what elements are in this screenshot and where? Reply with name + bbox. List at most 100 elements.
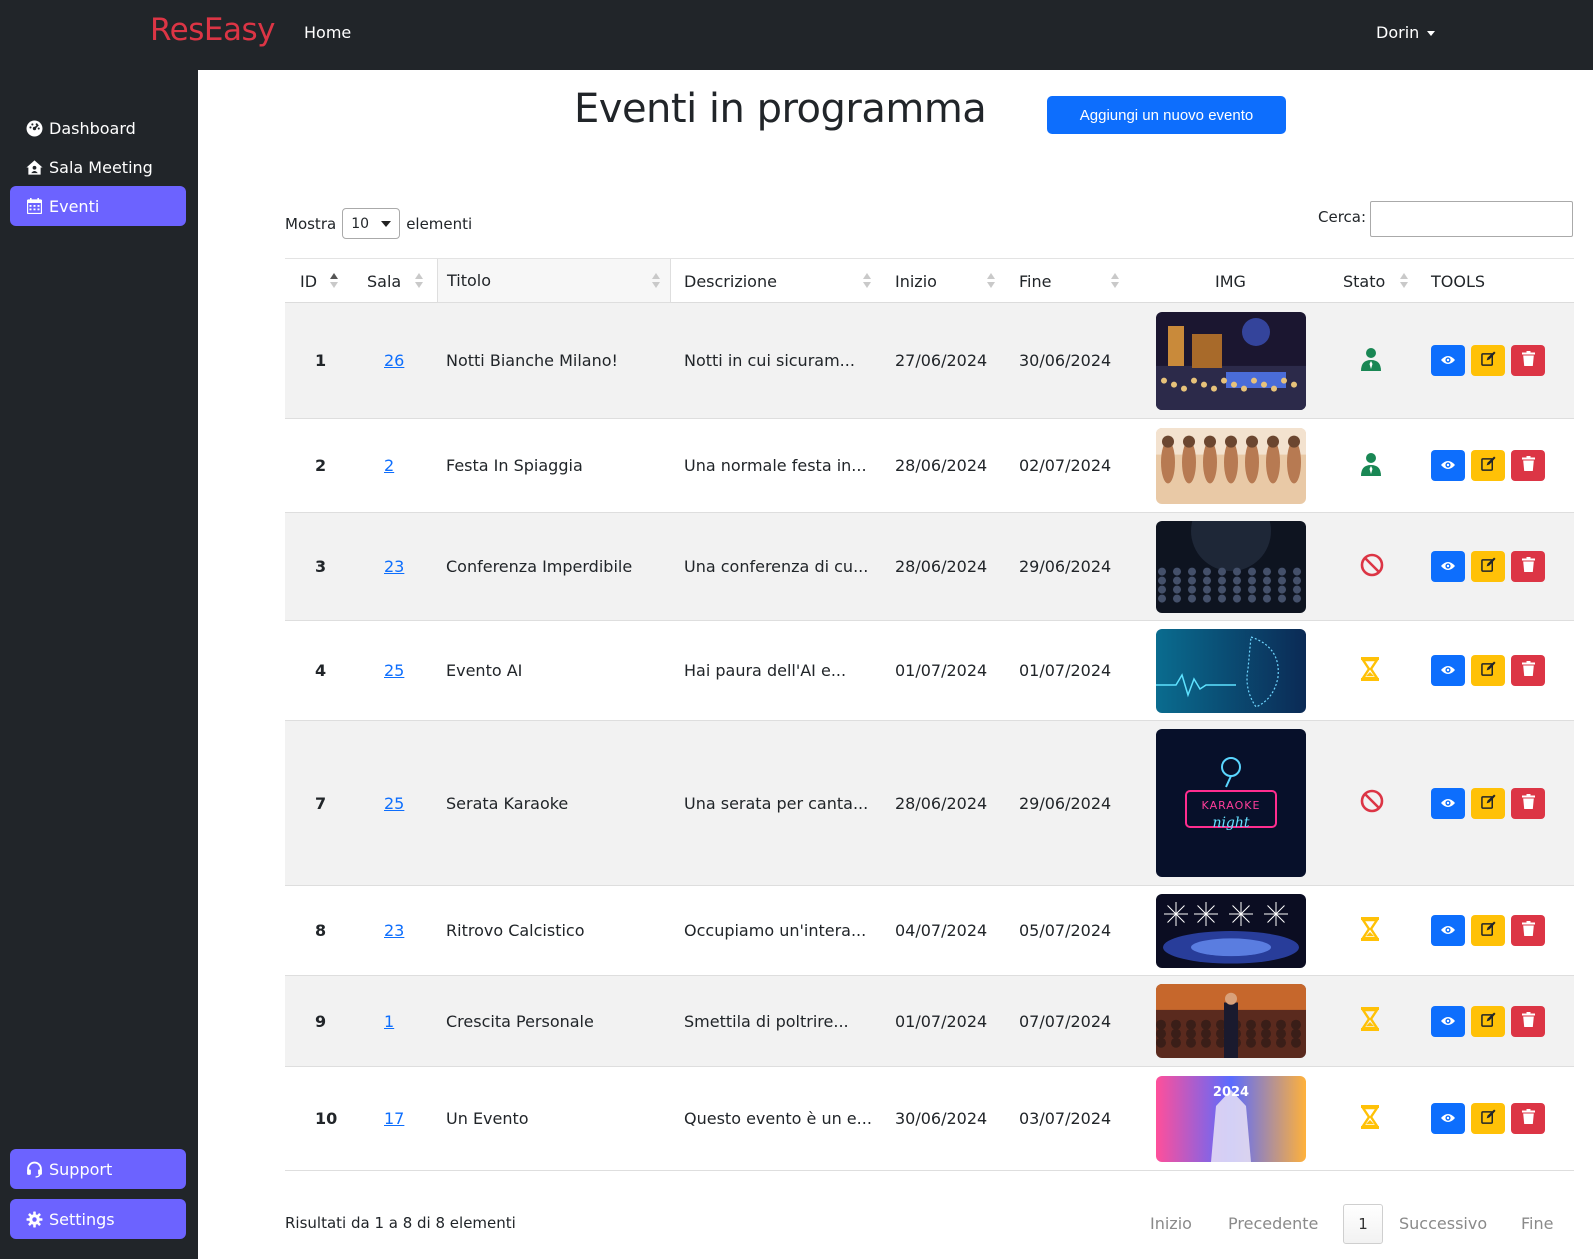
settings-button[interactable]: Settings xyxy=(10,1199,186,1239)
event-image xyxy=(1156,520,1306,613)
user-check-icon xyxy=(1360,347,1382,375)
pager-next[interactable]: Successivo xyxy=(1399,1214,1487,1233)
svg-text:2024: 2024 xyxy=(1213,1085,1249,1100)
cell-fine: 30/06/2024 xyxy=(1019,351,1112,370)
sala-link[interactable]: 23 xyxy=(384,557,404,576)
cell-titolo: Evento AI xyxy=(446,661,523,680)
edit-button[interactable] xyxy=(1471,345,1505,376)
page-title: Eventi in programma xyxy=(574,86,987,132)
edit-button[interactable] xyxy=(1471,1103,1505,1134)
cell-sala: 17 xyxy=(384,1067,404,1170)
col-header-stato[interactable]: Stato xyxy=(1343,259,1385,303)
col-header-inizio[interactable]: Inizio xyxy=(895,259,937,303)
col-header-descrizione[interactable]: Descrizione xyxy=(684,259,777,303)
sala-link[interactable]: 1 xyxy=(384,1012,394,1031)
cell-descrizione: Una normale festa in... xyxy=(684,456,867,475)
col-header-titolo[interactable]: Titolo xyxy=(437,259,671,303)
delete-button[interactable] xyxy=(1511,345,1545,376)
sort-icon xyxy=(1111,273,1119,289)
edit-button[interactable] xyxy=(1471,787,1505,819)
cell-img xyxy=(1156,621,1306,720)
pager-first[interactable]: Inizio xyxy=(1150,1214,1192,1233)
edit-button[interactable] xyxy=(1471,1005,1505,1037)
delete-button[interactable] xyxy=(1511,915,1545,946)
delete-button[interactable] xyxy=(1511,787,1545,819)
col-header-fine[interactable]: Fine xyxy=(1019,259,1051,303)
edit-button[interactable] xyxy=(1471,915,1505,946)
view-button[interactable] xyxy=(1431,345,1465,376)
user-name: Dorin xyxy=(1376,23,1420,42)
delete-button[interactable] xyxy=(1511,1005,1545,1037)
event-image: 2024 xyxy=(1156,1075,1306,1162)
trash-icon xyxy=(1521,456,1535,475)
edit-button[interactable] xyxy=(1471,655,1505,686)
cell-stato xyxy=(1360,419,1382,512)
view-button[interactable] xyxy=(1431,915,1465,946)
eye-icon xyxy=(1440,557,1456,576)
search-input[interactable] xyxy=(1370,201,1573,237)
sala-link[interactable]: 25 xyxy=(384,661,404,680)
sala-link[interactable]: 26 xyxy=(384,351,404,370)
table-row: 10 17 Un Evento Questo evento è un e... … xyxy=(285,1067,1574,1171)
edit-button[interactable] xyxy=(1471,551,1505,582)
sidebar-item-dashboard[interactable]: Dashboard xyxy=(10,108,186,148)
col-header-id[interactable]: ID xyxy=(300,259,317,303)
sort-asc-icon xyxy=(330,273,338,289)
delete-button[interactable] xyxy=(1511,551,1545,582)
cell-inizio: 01/07/2024 xyxy=(895,661,988,680)
view-button[interactable] xyxy=(1431,1103,1465,1134)
pager-prev[interactable]: Precedente xyxy=(1228,1214,1318,1233)
sidebar-item-eventi[interactable]: Eventi xyxy=(10,186,186,226)
table-row: 7 25 Serata Karaoke Una serata per canta… xyxy=(285,721,1574,886)
add-event-button[interactable]: Aggiungi un nuovo evento xyxy=(1047,96,1286,134)
headset-icon xyxy=(26,1161,43,1178)
cell-descrizione: Hai paura dell'AI e... xyxy=(684,661,847,680)
delete-button[interactable] xyxy=(1511,655,1545,686)
delete-button[interactable] xyxy=(1511,1103,1545,1134)
sidebar-item-label: Dashboard xyxy=(49,118,136,138)
hourglass-icon xyxy=(1360,1007,1380,1035)
view-button[interactable] xyxy=(1431,1005,1465,1037)
edit-icon xyxy=(1480,1011,1496,1031)
house-user-icon xyxy=(26,159,43,176)
eye-icon xyxy=(1440,456,1456,475)
chevron-down-icon xyxy=(381,220,392,227)
brand-logo[interactable]: ResEasy xyxy=(150,12,275,48)
event-image xyxy=(1156,311,1306,410)
edit-button[interactable] xyxy=(1471,450,1505,481)
cell-stato xyxy=(1360,621,1380,720)
col-header-sala[interactable]: Sala xyxy=(367,259,401,303)
view-button[interactable] xyxy=(1431,450,1465,481)
sala-link[interactable]: 25 xyxy=(384,794,404,813)
table-row: 4 25 Evento AI Hai paura dell'AI e... 01… xyxy=(285,621,1574,721)
sala-link[interactable]: 17 xyxy=(384,1109,404,1128)
pager-last[interactable]: Fine xyxy=(1521,1214,1553,1233)
cell-tools xyxy=(1431,621,1551,720)
event-image xyxy=(1156,893,1306,968)
nav-home-link[interactable]: Home xyxy=(304,23,351,42)
cell-sala: 23 xyxy=(384,513,404,620)
sala-link[interactable]: 23 xyxy=(384,921,404,940)
view-button[interactable] xyxy=(1431,655,1465,686)
view-button[interactable] xyxy=(1431,551,1465,582)
cell-stato xyxy=(1360,976,1380,1066)
cell-id: 2 xyxy=(315,456,327,475)
cell-inizio: 30/06/2024 xyxy=(895,1109,988,1128)
eye-icon xyxy=(1440,794,1456,813)
cell-sala: 25 xyxy=(384,721,404,885)
table-row: 2 2 Festa In Spiaggia Una normale festa … xyxy=(285,419,1574,513)
eye-icon xyxy=(1440,661,1456,680)
view-button[interactable] xyxy=(1431,787,1465,819)
support-button[interactable]: Support xyxy=(10,1149,186,1189)
delete-button[interactable] xyxy=(1511,450,1545,481)
pager-current[interactable]: 1 xyxy=(1343,1204,1383,1244)
cell-titolo: Notti Bianche Milano! xyxy=(446,351,618,370)
sala-link[interactable]: 2 xyxy=(384,456,394,475)
svg-text:night: night xyxy=(1212,815,1249,831)
trash-icon xyxy=(1521,661,1535,680)
sidebar-item-sala-meeting[interactable]: Sala Meeting xyxy=(10,147,186,187)
user-menu[interactable]: Dorin xyxy=(1376,23,1436,42)
calendar-icon xyxy=(26,198,43,215)
cell-id: 10 xyxy=(315,1109,338,1128)
page-length-select[interactable]: 10 xyxy=(342,208,401,239)
